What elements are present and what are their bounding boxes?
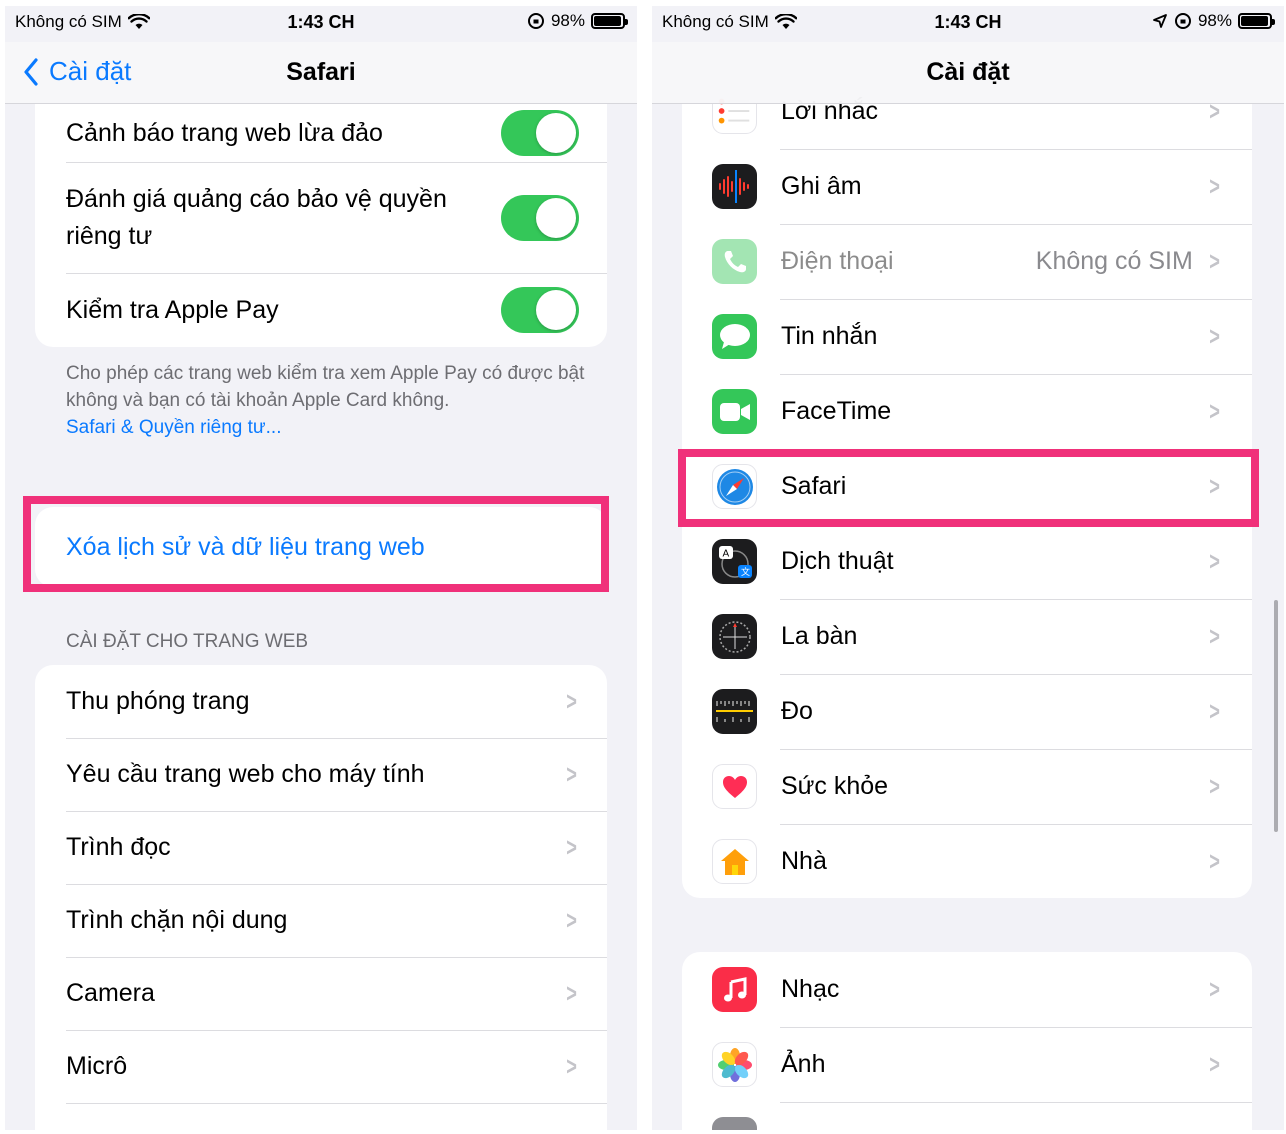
home-icon bbox=[712, 839, 757, 884]
chevron-right-icon: > bbox=[566, 905, 577, 935]
chevron-right-icon: > bbox=[1209, 974, 1220, 1004]
facetime-icon bbox=[712, 389, 757, 434]
settings-row-music[interactable]: Nhạc > bbox=[682, 952, 1252, 1027]
navigation-bar: Cài đặt Safari bbox=[5, 42, 637, 104]
settings-row-facetime[interactable]: FaceTime > bbox=[682, 374, 1252, 449]
apps-card-1: Lời nhắc > Ghi âm > Điện thoại Không có … bbox=[682, 74, 1252, 898]
chevron-right-icon: > bbox=[1209, 171, 1220, 201]
security-toggles-card: Cảnh báo trang web lừa đảo Đánh giá quản… bbox=[35, 84, 607, 347]
settings-row-voice-memos[interactable]: Ghi âm > bbox=[682, 149, 1252, 224]
battery-percent: 98% bbox=[1197, 11, 1232, 30]
settings-row-messages[interactable]: Tin nhắn > bbox=[682, 299, 1252, 374]
settings-row-content-blockers[interactable]: Trình chặn nội dung > bbox=[35, 884, 607, 957]
page-title: Cài đặt bbox=[926, 58, 1010, 86]
photos-icon bbox=[712, 1042, 757, 1087]
battery-percent: 98% bbox=[550, 11, 585, 30]
settings-row-page-zoom[interactable]: Thu phóng trang > bbox=[35, 665, 607, 738]
toggle-label: Kiểm tra Apple Pay bbox=[66, 295, 279, 324]
navigation-bar: Cài đặt bbox=[652, 42, 1284, 104]
status-bar: Không có SIM 1:43 CH 98% bbox=[5, 6, 637, 42]
phone-value: Không có SIM bbox=[1035, 247, 1193, 275]
chevron-right-icon: > bbox=[1209, 846, 1220, 876]
fraud-warning-toggle[interactable] bbox=[501, 110, 579, 156]
chevron-right-icon: > bbox=[1209, 471, 1220, 501]
svg-text:A: A bbox=[722, 548, 729, 559]
safari-settings-screen: Không có SIM 1:43 CH 98% Cài đặt Safari … bbox=[5, 6, 637, 1130]
chevron-right-icon: > bbox=[1209, 771, 1220, 801]
settings-row-desktop-site[interactable]: Yêu cầu trang web cho máy tính > bbox=[35, 738, 607, 811]
location-icon bbox=[1153, 14, 1167, 28]
chevron-right-icon: > bbox=[566, 832, 577, 862]
settings-row-safari[interactable]: Safari > bbox=[682, 449, 1252, 524]
orientation-lock-icon bbox=[1174, 13, 1191, 29]
chevron-right-icon: > bbox=[566, 686, 577, 716]
measure-icon bbox=[712, 689, 757, 734]
toggle-label: Đánh giá quảng cáo bảo vệ quyền riêng tư bbox=[66, 184, 447, 250]
toggle-row-privacy-ads: Đánh giá quảng cáo bảo vệ quyền riêng tư bbox=[35, 162, 607, 273]
privacy-link[interactable]: Safari & Quyền riêng tư... bbox=[66, 414, 587, 441]
chevron-right-icon: > bbox=[1209, 396, 1220, 426]
chevron-right-icon: > bbox=[1209, 246, 1220, 276]
section-header: CÀI ĐẶT CHO TRANG WEB bbox=[66, 631, 309, 652]
settings-row-reader[interactable]: Trình đọc > bbox=[35, 811, 607, 884]
settings-row-compass[interactable]: La bàn > bbox=[682, 599, 1252, 674]
clear-history-button[interactable]: Xóa lịch sử và dữ liệu trang web bbox=[35, 507, 607, 587]
apple-pay-footnote: Cho phép các trang web kiểm tra xem Appl… bbox=[66, 360, 587, 441]
compass-icon bbox=[712, 614, 757, 659]
clear-history-card: Xóa lịch sử và dữ liệu trang web bbox=[35, 507, 607, 587]
settings-row-translate[interactable]: A文 Dịch thuật > bbox=[682, 524, 1252, 599]
website-settings-card: Thu phóng trang > Yêu cầu trang web cho … bbox=[35, 665, 607, 1130]
music-icon bbox=[712, 967, 757, 1012]
chevron-right-icon: > bbox=[566, 1051, 577, 1081]
scrollbar[interactable] bbox=[1274, 600, 1278, 832]
settings-row-microphone[interactable]: Micrô > bbox=[35, 1030, 607, 1103]
chevron-right-icon: > bbox=[566, 978, 577, 1008]
safari-icon bbox=[712, 464, 757, 509]
phone-icon bbox=[712, 239, 757, 284]
settings-row-camera[interactable]: Camera > bbox=[35, 957, 607, 1030]
page-title: Safari bbox=[286, 58, 356, 86]
chevron-right-icon: > bbox=[1209, 321, 1220, 351]
camera-icon bbox=[712, 1117, 757, 1130]
chevron-right-icon: > bbox=[566, 759, 577, 789]
chevron-right-icon: > bbox=[1209, 546, 1220, 576]
settings-screen: Không có SIM 1:43 CH 98% Cài đặt Lời nhắ… bbox=[652, 6, 1284, 1130]
settings-row-photos[interactable]: Ảnh > bbox=[682, 1027, 1252, 1102]
svg-text:文: 文 bbox=[741, 566, 750, 578]
chevron-right-icon: > bbox=[1209, 1049, 1220, 1079]
translate-icon: A文 bbox=[712, 539, 757, 584]
chevron-right-icon: > bbox=[1209, 696, 1220, 726]
apple-pay-toggle[interactable] bbox=[501, 287, 579, 333]
orientation-lock-icon bbox=[527, 13, 544, 29]
privacy-ads-toggle[interactable] bbox=[501, 194, 579, 241]
battery-icon bbox=[591, 13, 628, 29]
toggle-row-apple-pay: Kiểm tra Apple Pay bbox=[35, 273, 607, 347]
settings-row-phone[interactable]: Điện thoại Không có SIM > bbox=[682, 224, 1252, 299]
voice-memos-icon bbox=[712, 164, 757, 209]
settings-row-home[interactable]: Nhà > bbox=[682, 824, 1252, 898]
settings-row-health[interactable]: Sức khỏe > bbox=[682, 749, 1252, 824]
battery-icon bbox=[1238, 13, 1275, 29]
settings-row-partial bbox=[35, 1103, 607, 1130]
messages-icon bbox=[712, 314, 757, 359]
settings-row-partial bbox=[682, 1102, 1252, 1130]
chevron-right-icon: > bbox=[1209, 621, 1220, 651]
clear-history-label: Xóa lịch sử và dữ liệu trang web bbox=[66, 532, 425, 561]
status-bar: Không có SIM 1:43 CH 98% bbox=[652, 6, 1284, 42]
settings-row-measure[interactable]: Đo > bbox=[682, 674, 1252, 749]
health-icon bbox=[712, 764, 757, 809]
toggle-label: Cảnh báo trang web lừa đảo bbox=[66, 118, 383, 147]
apps-card-2: Nhạc > Ảnh > bbox=[682, 952, 1252, 1130]
